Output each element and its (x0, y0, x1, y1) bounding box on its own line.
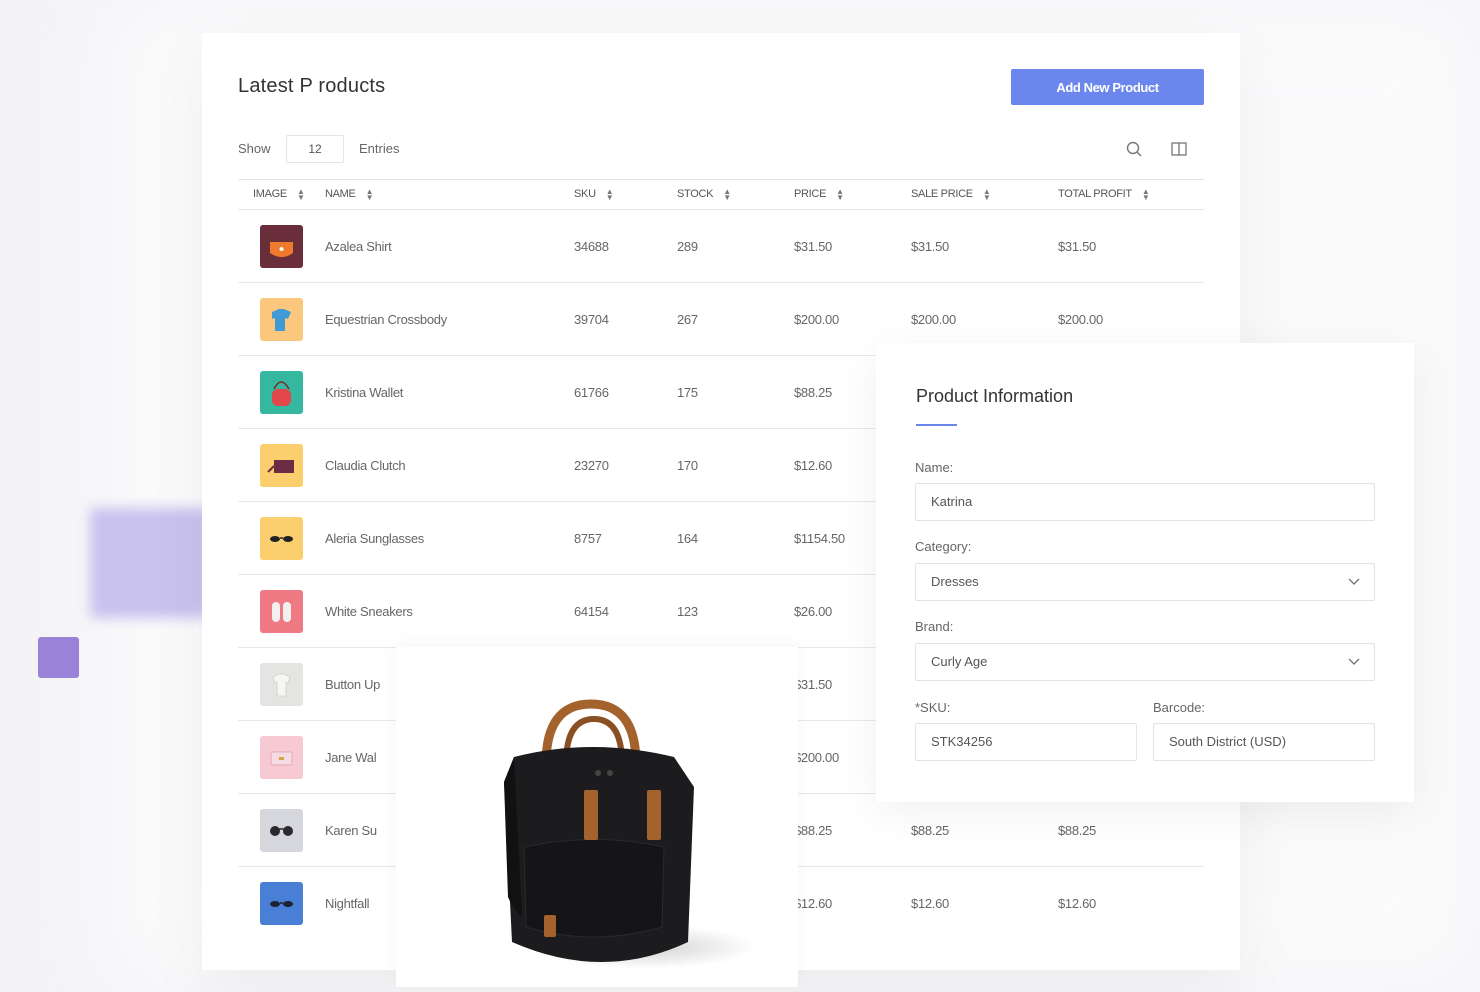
entries-label: Entries (359, 141, 400, 156)
sort-icon: ▲ ▼ (836, 186, 844, 202)
product-sale-price: $31.50 (911, 209, 1058, 283)
column-header-price[interactable]: PRICE ▲ ▼ (794, 179, 911, 210)
product-price: $88.25 (794, 793, 911, 867)
sort-icon: ▲ ▼ (982, 186, 991, 202)
name-field[interactable]: Katrina (915, 483, 1375, 521)
column-header-total-profit[interactable]: TOTAL PROFIT ▲ ▼ (1058, 179, 1204, 210)
column-header-sale-price[interactable]: SALE PRICE ▲ ▼ (911, 179, 1058, 210)
column-header-stock[interactable]: STOCK ▲ ▼ (677, 179, 794, 210)
decorative-purple-square (38, 637, 79, 678)
info-card-title: Product Information (916, 386, 1074, 406)
sort-icon: ▲ ▼ (365, 186, 374, 202)
product-price: $31.50 (794, 209, 911, 283)
product-sku: 64154 (574, 574, 677, 648)
product-thumbnail (238, 428, 325, 502)
name-label: Name: (915, 460, 954, 475)
search-icon[interactable] (1124, 139, 1144, 159)
show-label: Show (238, 141, 271, 156)
decorative-blurred-square (90, 508, 210, 618)
product-thumbnail (238, 282, 325, 356)
product-name: Kristina Wallet (325, 355, 574, 429)
product-total-profit: $31.50 (1058, 209, 1204, 283)
product-sku: 39704 (574, 282, 677, 356)
brand-value: Curly Age (931, 654, 988, 669)
product-thumbnail (238, 793, 325, 867)
add-new-product-button[interactable]: Add New Product (1011, 69, 1204, 105)
product-name: Equestrian Crossbody (325, 282, 574, 356)
product-stock: 267 (677, 282, 794, 356)
card-title: Latest P roducts (238, 75, 386, 97)
column-header-sku[interactable]: SKU ▲ ▼ (574, 179, 677, 210)
product-thumbnail (238, 574, 325, 648)
sort-icon: ▲ ▼ (723, 186, 731, 202)
product-stock: 289 (677, 209, 794, 283)
chevron-down-icon (1348, 658, 1360, 665)
product-price: $12.60 (794, 895, 832, 911)
product-name: White Sneakers (325, 574, 574, 648)
product-thumbnail (238, 501, 325, 575)
product-thumbnail (238, 355, 325, 429)
columns-icon[interactable] (1169, 139, 1189, 159)
product-sale-price: $12.60 (911, 895, 949, 911)
chevron-down-icon (1348, 578, 1360, 585)
product-information-card: Product Information Name: Katrina Catego… (876, 343, 1414, 802)
sku-label: *SKU: (915, 700, 951, 715)
product-total-profit: $88.25 (1058, 793, 1204, 867)
column-header-image[interactable]: IMAGE ▲ ▼ (238, 179, 325, 210)
table-row[interactable]: Azalea Shirt 34688 289 $31.50 $31.50 $31… (238, 209, 1204, 283)
brand-select[interactable]: Curly Age (915, 643, 1375, 681)
product-stock: 164 (677, 501, 794, 575)
product-stock: 123 (677, 574, 794, 648)
brand-label: Brand: (915, 619, 954, 634)
product-name: Azalea Shirt (325, 209, 574, 283)
product-sku: 8757 (574, 501, 677, 575)
sort-icon: ▲ ▼ (296, 186, 305, 202)
category-select[interactable]: Dresses (915, 563, 1375, 601)
product-sale-price: $88.25 (911, 793, 1058, 867)
sku-field[interactable]: STK34256 (915, 723, 1137, 761)
barcode-field[interactable]: South District (USD) (1153, 723, 1375, 761)
product-stock: 175 (677, 355, 794, 429)
product-sku: 61766 (574, 355, 677, 429)
product-stock: 170 (677, 428, 794, 502)
sort-icon: ▲ ▼ (605, 186, 614, 202)
product-total-profit: $12.60 (1058, 895, 1096, 911)
product-sku: 23270 (574, 428, 677, 502)
product-thumbnail (238, 209, 325, 283)
category-label: Category: (915, 539, 972, 554)
backpack-image (504, 699, 756, 969)
entries-count-input[interactable] (286, 135, 344, 163)
column-header-name[interactable]: NAME ▲ ▼ (325, 179, 574, 210)
product-name: Claudia Clutch (325, 428, 574, 502)
product-sku: 34688 (574, 209, 677, 283)
product-thumbnail (238, 867, 325, 940)
product-thumbnail (238, 720, 325, 794)
sort-icon: ▲ ▼ (1141, 186, 1150, 202)
product-name: Aleria Sunglasses (325, 501, 574, 575)
barcode-label: Barcode: (1153, 700, 1206, 715)
product-thumbnail (238, 647, 325, 721)
title-underline (916, 424, 957, 426)
category-value: Dresses (931, 574, 979, 589)
backpack-image-card (396, 647, 798, 987)
table-header-row: IMAGE ▲ ▼ NAME ▲ ▼ SKU ▲ ▼ STOCK ▲ ▼ PRICE ▲ ▼ SAL… (238, 179, 1204, 210)
